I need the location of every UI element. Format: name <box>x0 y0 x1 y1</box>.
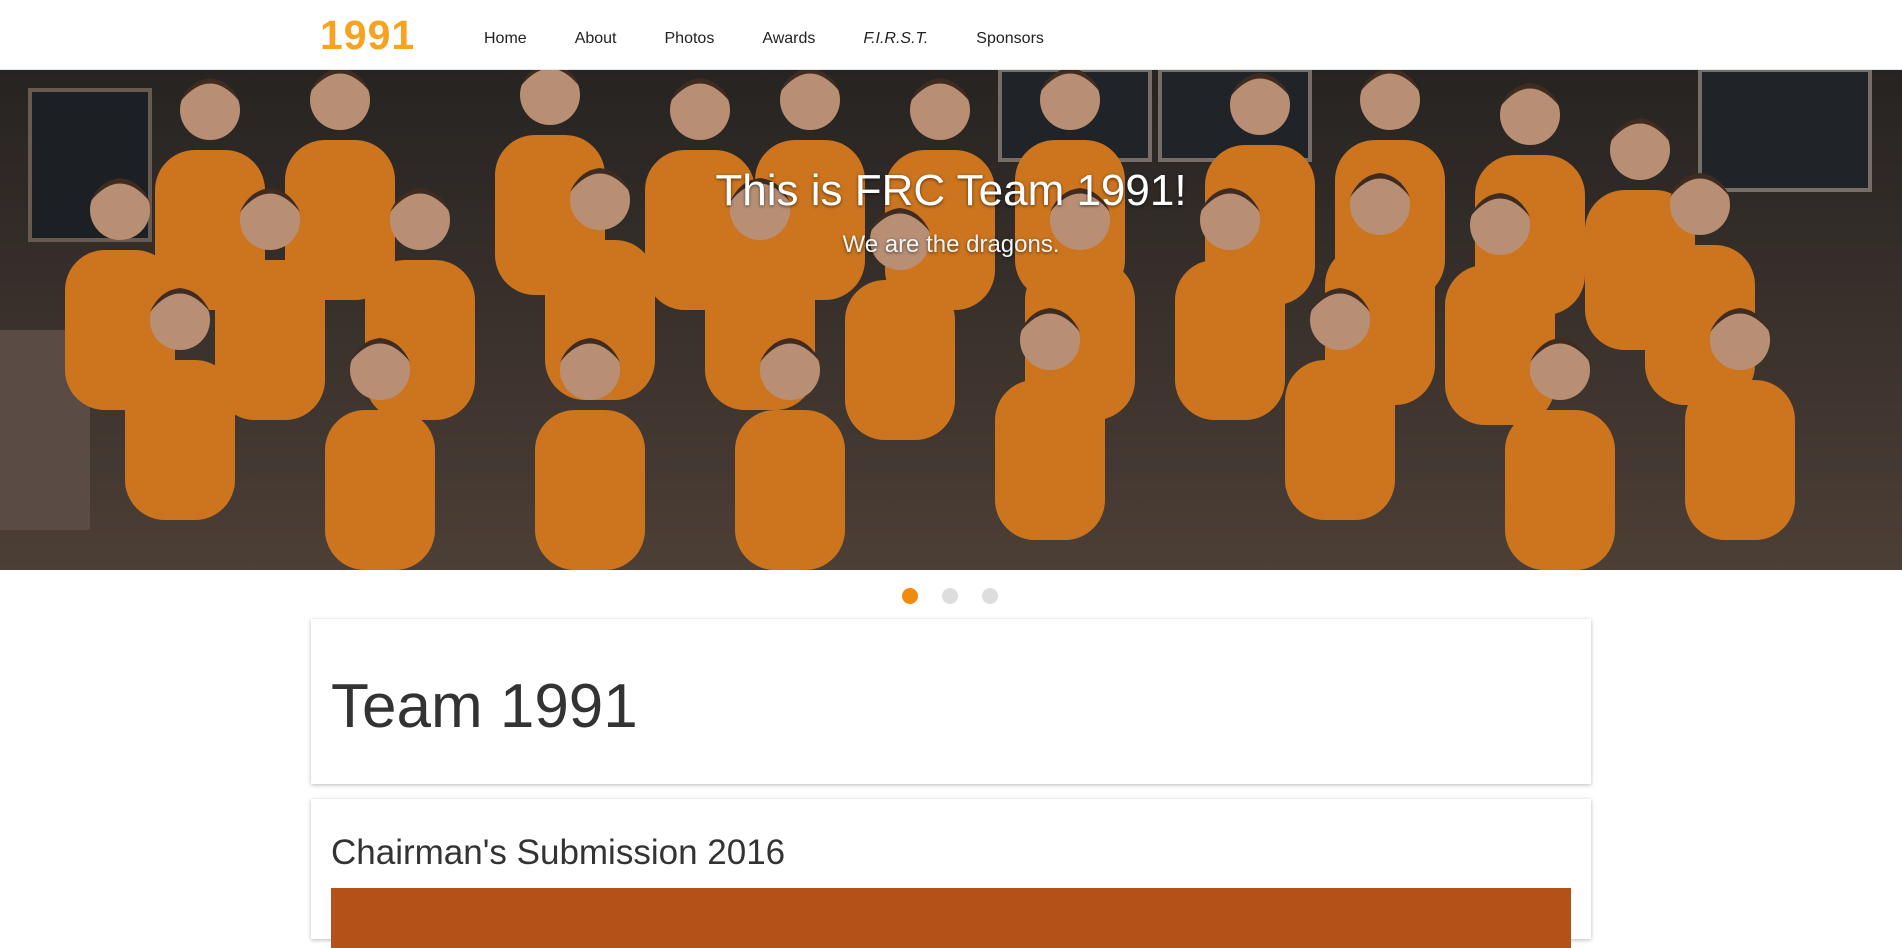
carousel-dot-1[interactable] <box>902 588 918 604</box>
team-card: Team 1991 <box>311 619 1591 784</box>
nav-item-sponsors: Sponsors <box>952 0 1068 70</box>
nav-link-first[interactable]: F.I.R.S.T. <box>839 0 952 70</box>
carousel-dot-2[interactable] <box>942 588 958 604</box>
top-navbar: 1991 Home About Photos Awards F.I.R.S.T.… <box>0 0 1902 70</box>
chairman-heading: Chairman's Submission 2016 <box>331 833 786 872</box>
nav-link-awards[interactable]: Awards <box>738 0 839 70</box>
hero-subtitle: We are the dragons. <box>842 231 1060 258</box>
nav-item-home: Home <box>460 0 551 70</box>
nav-link-photos[interactable]: Photos <box>641 0 739 70</box>
nav-link-home[interactable]: Home <box>460 0 551 70</box>
nav-link-sponsors[interactable]: Sponsors <box>952 0 1068 70</box>
nav-link-about[interactable]: About <box>551 0 641 70</box>
hero-overlay <box>0 70 1902 570</box>
carousel-indicators <box>902 588 998 604</box>
hero-carousel[interactable]: This is FRC Team 1991! We are the dragon… <box>0 70 1902 570</box>
chairman-media-block[interactable] <box>331 888 1571 948</box>
team-heading: Team 1991 <box>331 672 638 741</box>
nav-item-awards: Awards <box>738 0 839 70</box>
brand-logo[interactable]: 1991 <box>320 10 415 60</box>
chairman-card: Chairman's Submission 2016 <box>311 799 1591 948</box>
nav-item-first: F.I.R.S.T. <box>839 0 952 70</box>
main-nav: Home About Photos Awards F.I.R.S.T. Spon… <box>460 0 1068 70</box>
nav-item-about: About <box>551 0 641 70</box>
carousel-dot-3[interactable] <box>982 588 998 604</box>
hero-title: This is FRC Team 1991! <box>715 166 1187 215</box>
nav-item-photos: Photos <box>641 0 739 70</box>
